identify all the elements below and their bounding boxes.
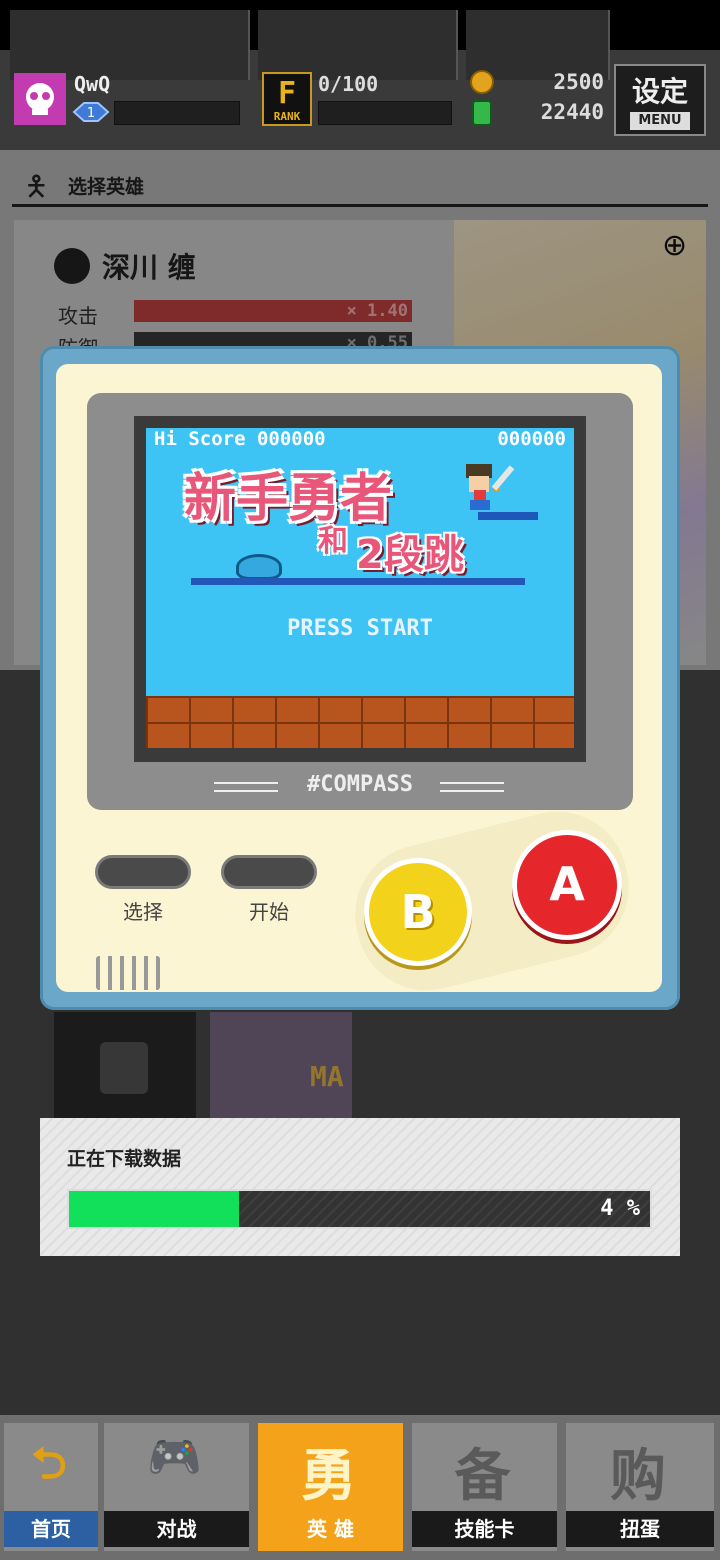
start-label: 开始 — [249, 900, 289, 924]
level-badge-icon: 1 — [72, 101, 110, 123]
download-panel — [40, 1118, 680, 1256]
ground-line — [191, 578, 525, 585]
gem-count: 22440 — [540, 100, 604, 124]
player-exp-bar — [114, 101, 240, 125]
nav-battle[interactable]: 🎮 对战 — [104, 1423, 249, 1551]
player-name: QwQ — [74, 72, 111, 96]
settings-button[interactable]: 设定 MENU — [614, 64, 706, 136]
avatar[interactable] — [14, 73, 66, 125]
hi-score: Hi Score 000000 — [154, 428, 326, 450]
select-button[interactable] — [95, 855, 191, 889]
a-button-label: A — [549, 857, 585, 911]
rank-panel[interactable] — [258, 10, 458, 80]
brand-line-left — [214, 782, 278, 792]
nav-home-label: 首页 — [4, 1511, 98, 1547]
hero-glyph-icon: 勇 — [300, 1444, 361, 1509]
settings-label: 设定 — [631, 75, 688, 108]
press-start-label[interactable]: PRESS START — [146, 616, 574, 641]
game-title-line2: 2段跳 — [356, 532, 464, 578]
game-title-connector: 和 — [318, 524, 348, 559]
rank-progress-text: 0/100 — [318, 72, 379, 96]
nav-skill-cards[interactable]: 备 技能卡 — [412, 1423, 557, 1551]
rank-progress-bar — [318, 101, 452, 125]
brand-line-right — [440, 782, 504, 792]
gem-bottle-icon — [472, 100, 492, 126]
shop-glyph-icon: 购 — [610, 1444, 670, 1509]
nav-gacha[interactable]: 购 扭蛋 — [566, 1423, 714, 1551]
download-percent: 4 % — [600, 1196, 640, 1221]
menu-label: MENU — [630, 112, 690, 130]
b-button-label: B — [400, 885, 436, 939]
slime-sprite-icon — [236, 554, 282, 580]
current-score: 000000 — [497, 428, 566, 450]
hero-sprite-icon — [460, 460, 538, 520]
speaker-grille — [96, 956, 160, 990]
a-button[interactable]: A — [512, 830, 622, 940]
nav-skill-cards-label: 技能卡 — [412, 1511, 557, 1547]
avatar-skull-icon — [26, 83, 54, 115]
gamepad-icon: 🎮 — [147, 1432, 206, 1483]
home-back-icon: ⮌ — [31, 1438, 71, 1489]
equip-glyph-icon: 备 — [454, 1444, 515, 1509]
select-label: 选择 — [123, 900, 163, 924]
b-button[interactable]: B — [364, 858, 472, 966]
nav-home[interactable]: ⮌ 首页 — [4, 1423, 98, 1551]
brick-floor — [146, 696, 574, 748]
download-progress-fill — [69, 1191, 239, 1227]
coin-icon — [470, 70, 494, 94]
start-button[interactable] — [221, 855, 317, 889]
download-title: 正在下载数据 — [67, 1148, 182, 1170]
player-panel[interactable] — [10, 10, 250, 80]
nav-hero[interactable]: 勇 英 雄 — [258, 1423, 403, 1551]
coin-count: 2500 — [553, 70, 604, 94]
rank-label: RANK — [273, 110, 301, 123]
game-title-line1: 新手勇者 — [184, 469, 393, 529]
rank-icon: F RANK — [262, 72, 312, 126]
nav-gacha-label: 扭蛋 — [566, 1511, 714, 1547]
svg-text:1: 1 — [87, 106, 95, 121]
nav-hero-label: 英 雄 — [258, 1511, 403, 1547]
nav-battle-label: 对战 — [104, 1511, 249, 1547]
console-brand: #COMPASS — [307, 772, 413, 797]
